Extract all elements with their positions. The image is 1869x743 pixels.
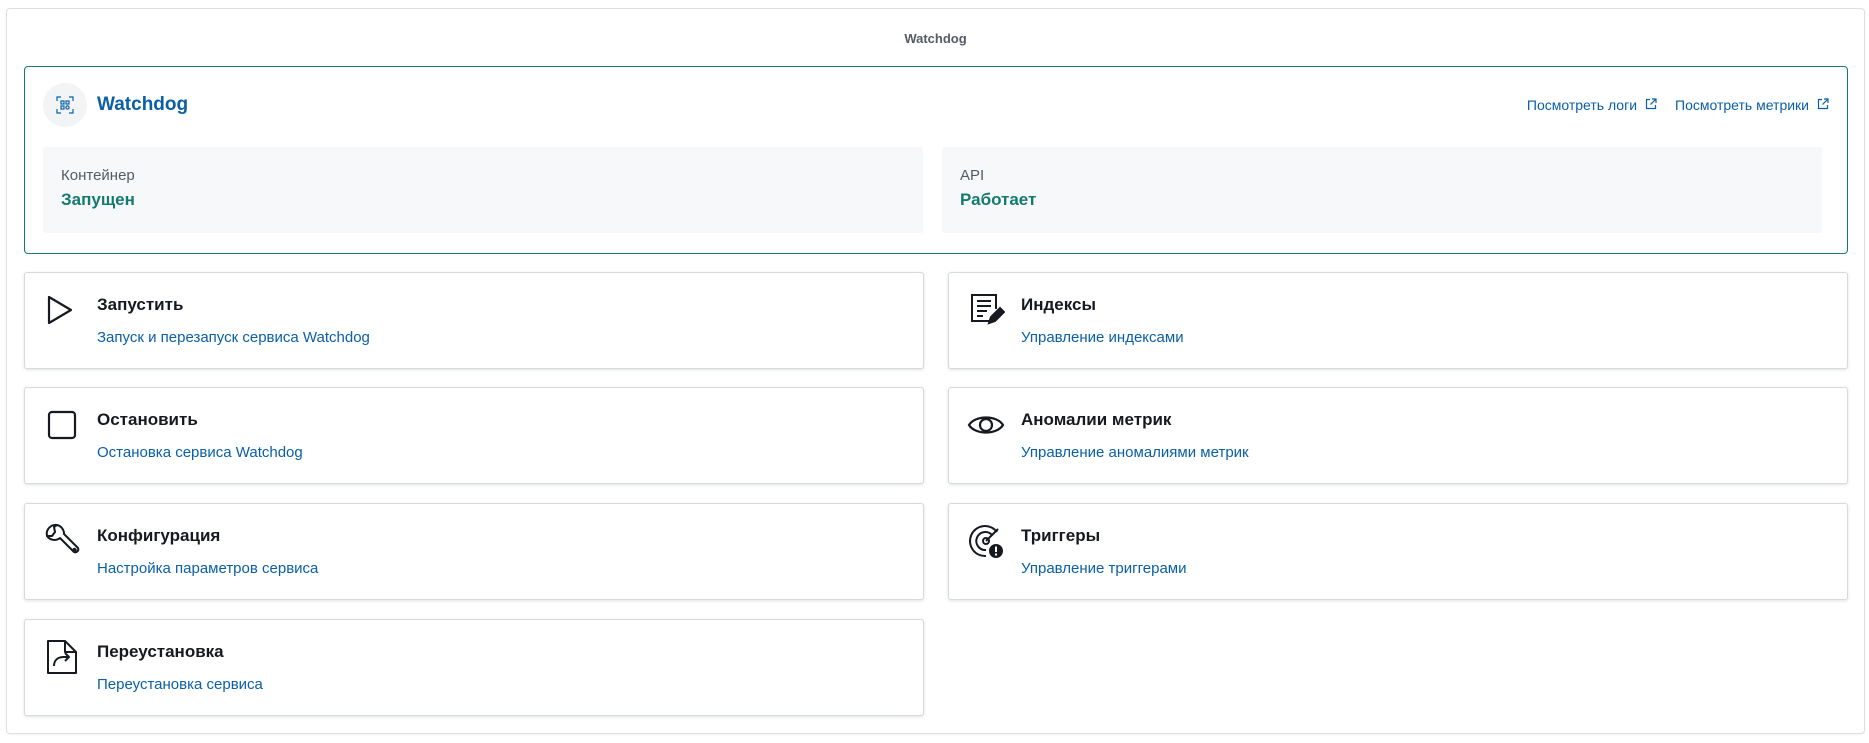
action-description: Настройка параметров сервиса (97, 560, 319, 577)
status-links: Посмотреть логи Посмотреть метрики (1527, 97, 1829, 113)
action-card-indexes[interactable]: Индексы Управление индексами (948, 272, 1848, 369)
action-card-triggers[interactable]: Триггеры Управление триггерами (948, 503, 1848, 600)
action-description: Запуск и перезапуск сервиса Watchdog (97, 329, 370, 346)
panel-title: Watchdog (904, 31, 967, 46)
action-title: Запустить (97, 295, 184, 314)
action-description: Управление аномалиями метрик (1021, 444, 1249, 461)
action-title: Остановить (97, 410, 198, 429)
action-description: Управление триггерами (1021, 560, 1187, 577)
service-name: Watchdog (97, 94, 189, 115)
action-card-reinstall[interactable]: Переустановка Переустановка сервиса (24, 619, 924, 716)
view-metrics-link[interactable]: Посмотреть метрики (1675, 97, 1829, 113)
service-header: Watchdog (43, 83, 188, 127)
action-title: Конфигурация (97, 526, 221, 545)
external-link-icon (1645, 97, 1657, 113)
play-icon (43, 291, 81, 329)
external-link-icon (1817, 97, 1829, 113)
action-description: Переустановка сервиса (97, 676, 263, 693)
action-card-start[interactable]: Запустить Запуск и перезапуск сервиса Wa… (24, 272, 924, 369)
action-title: Аномалии метрик (1021, 410, 1172, 429)
api-status: API Работает (942, 147, 1822, 233)
api-label: API (960, 167, 985, 184)
action-card-anomalies[interactable]: Аномалии метрик Управление аномалиями ме… (948, 387, 1848, 484)
radar-alert-icon (967, 522, 1005, 560)
container-value: Запущен (61, 190, 135, 209)
action-title: Триггеры (1021, 526, 1101, 545)
wrench-icon (43, 522, 81, 560)
container-label: Контейнер (61, 167, 135, 184)
scan-icon (43, 83, 87, 127)
action-title: Индексы (1021, 295, 1096, 314)
view-logs-label: Посмотреть логи (1526, 97, 1638, 113)
status-card: Watchdog Посмотреть логи Посмотреть метр… (24, 66, 1848, 254)
action-card-config[interactable]: Конфигурация Настройка параметров сервис… (24, 503, 924, 600)
action-card-stop[interactable]: Остановить Остановка сервиса Watchdog (24, 387, 924, 484)
stop-icon (43, 406, 81, 444)
action-description: Остановка сервиса Watchdog (97, 444, 303, 461)
view-metrics-label: Посмотреть метрики (1675, 97, 1809, 113)
watchdog-panel: Watchdog Watchdog Посмотреть логи Посмот… (6, 8, 1865, 734)
action-description: Управление индексами (1021, 329, 1184, 346)
action-title: Переустановка (97, 642, 224, 661)
view-logs-link[interactable]: Посмотреть логи (1527, 97, 1657, 113)
container-status: Контейнер Запущен (43, 147, 923, 233)
api-value: Работает (960, 190, 1037, 209)
document-edit-icon (967, 291, 1006, 329)
eye-icon (967, 406, 1005, 444)
file-export-icon (43, 638, 81, 676)
